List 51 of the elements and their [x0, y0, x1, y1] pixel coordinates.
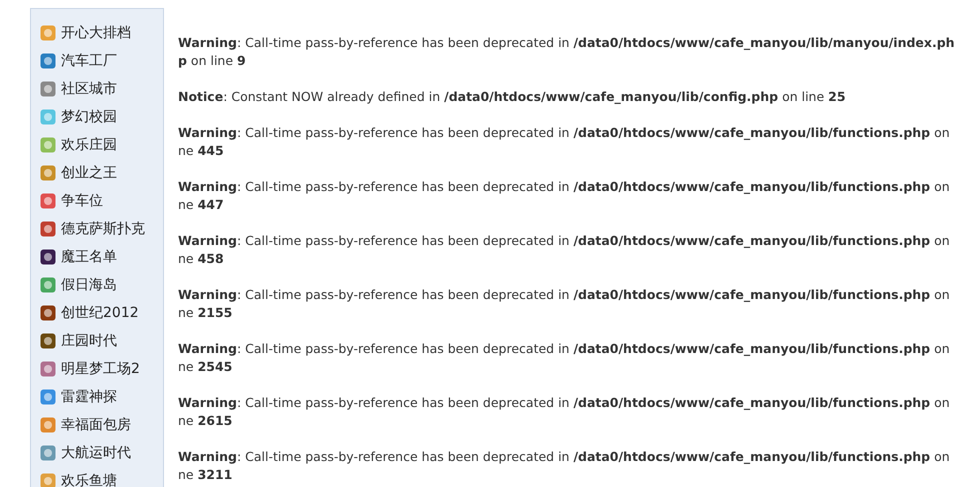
sidebar-item[interactable]: 幸福面包房 [31, 411, 131, 439]
error-message-line: ne 445 [178, 142, 225, 160]
game-icon [40, 389, 56, 405]
error-message-line: Warning: Call-time pass-by-reference has been deprecated in /data0/htdocs/www/cafe_manyou/lib/functions.php on [178, 448, 951, 466]
error-message-line: ne 2615 [178, 412, 234, 430]
game-icon [40, 109, 56, 125]
sidebar-item[interactable]: 梦幻校园 [31, 103, 117, 131]
game-icon [40, 25, 56, 41]
game-icon [40, 165, 56, 181]
game-icon [40, 137, 56, 153]
error-message-line: Warning: Call-time pass-by-reference has been deprecated in /data0/htdocs/www/cafe_manyou/lib/functions.php on [178, 340, 951, 358]
error-message-line: Warning: Call-time pass-by-reference has been deprecated in /data0/htdocs/www/cafe_manyou/lib/functions.php on [178, 394, 951, 412]
error-message-line: Warning: Call-time pass-by-reference has been deprecated in /data0/htdocs/www/cafe_manyou/lib/functions.php on [178, 286, 951, 304]
sidebar-item[interactable]: 欢乐庄园 [31, 131, 117, 159]
sidebar-item[interactable]: 汽车工厂 [31, 47, 117, 75]
sidebar-item[interactable]: 争车位 [31, 187, 103, 215]
game-icon [40, 249, 56, 265]
game-icon [40, 81, 56, 97]
sidebar-item[interactable]: 庄园时代 [31, 327, 117, 355]
error-message-line: Warning: Call-time pass-by-reference has been deprecated in /data0/htdocs/www/cafe_manyou/lib/functions.php on [178, 178, 951, 196]
sidebar-item[interactable]: 社区城市 [31, 75, 117, 103]
sidebar-item[interactable]: 大航运时代 [31, 439, 131, 467]
sidebar-item[interactable]: 明星梦工场2 [31, 355, 140, 383]
error-message-line: Warning: Call-time pass-by-reference has been deprecated in /data0/htdocs/www/cafe_manyou/lib/functions.php on [178, 124, 951, 142]
error-message-line: ne 2155 [178, 304, 234, 322]
game-icon [40, 417, 56, 433]
sidebar-item[interactable]: 雷霆神探 [31, 383, 117, 411]
game-icon [40, 277, 56, 293]
game-icon [40, 221, 56, 237]
error-message-line: p on line 9 [178, 52, 247, 70]
sidebar-item[interactable]: 开心大排档 [31, 19, 131, 47]
sidebar-item[interactable]: 魔王名单 [31, 243, 117, 271]
game-icon [40, 445, 56, 461]
error-message-line: ne 458 [178, 250, 225, 268]
game-icon [40, 305, 56, 321]
error-message-line: ne 2545 [178, 358, 234, 376]
error-message-line: Notice: Constant NOW already defined in /data0/htdocs/www/cafe_manyou/lib/config.php on line 25 [178, 88, 847, 106]
error-message-line: Warning: Call-time pass-by-reference has been deprecated in /data0/htdocs/www/cafe_manyou/lib/functions.php on [178, 232, 951, 250]
sidebar-item[interactable]: 假日海岛 [31, 271, 117, 299]
sidebar-item[interactable]: 德克萨斯扑克 [31, 215, 145, 243]
game-icon [40, 333, 56, 349]
game-icon [40, 473, 56, 487]
sidebar-item[interactable]: 创世纪2012 [31, 299, 139, 327]
error-message-line: ne 3211 [178, 466, 234, 484]
game-icon [40, 53, 56, 69]
sidebar-item[interactable]: 欢乐鱼塘 [31, 467, 117, 487]
sidebar-item[interactable]: 创业之王 [31, 159, 117, 187]
error-message-line: Warning: Call-time pass-by-reference has been deprecated in /data0/htdocs/www/cafe_manyou/lib/manyou/index.ph [178, 34, 956, 52]
game-icon [40, 193, 56, 209]
game-icon [40, 361, 56, 377]
error-message-line: ne 447 [178, 196, 225, 214]
